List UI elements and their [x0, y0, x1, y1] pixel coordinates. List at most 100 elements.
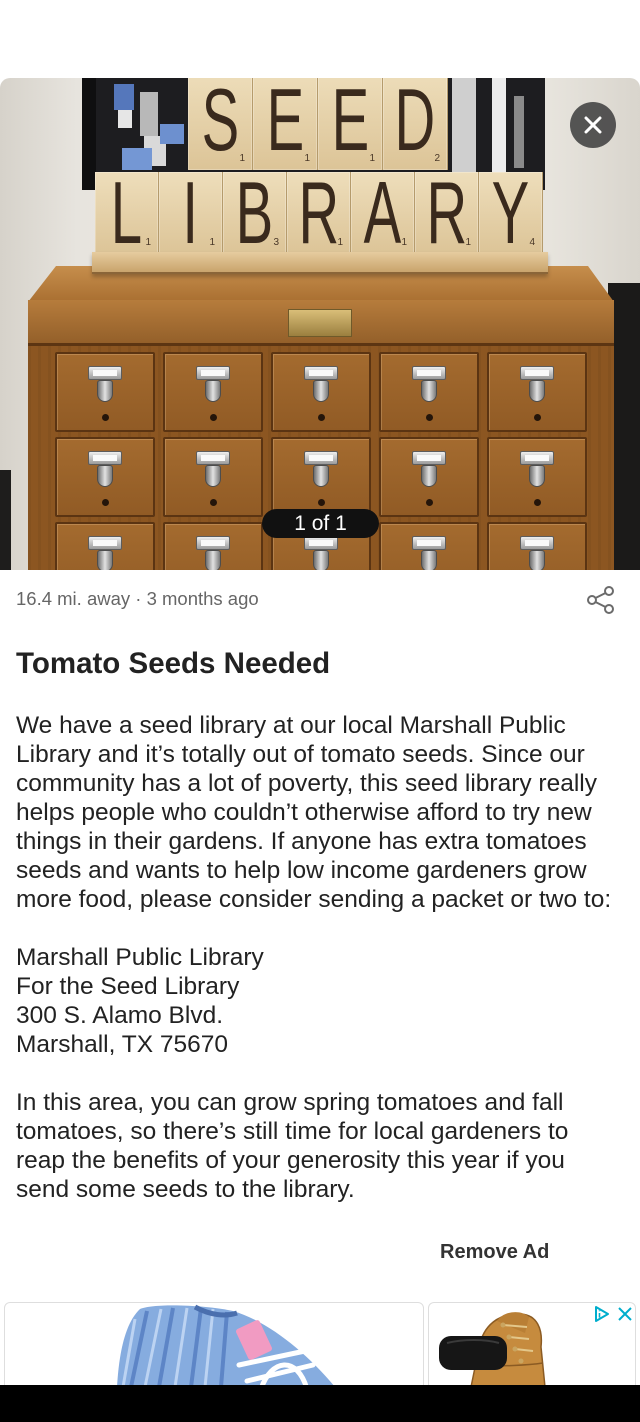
drawer-label-holder [412, 536, 446, 550]
description-line: In this area, you can grow spring tomato… [16, 1089, 564, 1116]
drawer-pin [425, 414, 433, 421]
letter-tile: L1 [95, 163, 159, 262]
tile-points: 1 [337, 237, 343, 248]
close-icon [618, 1307, 632, 1321]
address-line: 300 S. Alamo Blvd. [16, 1002, 224, 1029]
remove-ad-button[interactable]: Remove Ad [440, 1240, 549, 1264]
adchoices-icon [595, 1306, 609, 1322]
letter-tile: S1 [188, 78, 253, 170]
tile-letter: B [235, 163, 274, 262]
letter-tile: Y4 [479, 163, 543, 262]
address-line: Marshall Public Library [16, 944, 264, 971]
drawer-pull [97, 465, 113, 487]
drawer-pull [529, 465, 545, 487]
drawer-label-holder [304, 366, 338, 380]
description-line: seeds and wants to help low income garde… [16, 857, 587, 884]
tile-letter: L [110, 163, 143, 262]
drawer-label-holder [88, 366, 122, 380]
mailing-address: Marshall Public Library For the Seed Lib… [16, 943, 636, 1059]
description-line: more food, please consider sending a pac… [16, 886, 612, 913]
description-line: tomatoes, so there’s still time for loca… [16, 1118, 569, 1145]
ad-close-button[interactable] [618, 1307, 632, 1321]
drawer-pull [97, 550, 113, 570]
drawer-pull [97, 380, 113, 402]
drawer-label-holder [196, 366, 230, 380]
drawer-label-holder [196, 451, 230, 465]
share-icon [587, 586, 614, 614]
close-button[interactable] [570, 102, 616, 148]
drawer-pull [421, 465, 437, 487]
drawer-label-holder [412, 451, 446, 465]
photo-wall-shadow-left [0, 470, 11, 570]
description-line: helps people who couldn’t otherwise affo… [16, 799, 592, 826]
tile-points: 3 [273, 237, 279, 248]
drawer-pin [317, 499, 325, 506]
tile-letter: I [182, 163, 199, 262]
share-button[interactable] [586, 585, 616, 615]
letter-tile: B3 [223, 163, 287, 262]
description-line: community has a lot of poverty, this see… [16, 770, 597, 797]
tile-letter: R [298, 163, 339, 262]
drawer-pin [425, 499, 433, 506]
catalog-drawer [379, 352, 479, 432]
letter-tile: D2 [383, 78, 448, 170]
tile-letter: A [363, 163, 402, 262]
tile-letter: D [394, 78, 436, 169]
drawer-label-holder [196, 536, 230, 550]
catalog-drawer [487, 522, 587, 570]
catalog-drawer [487, 437, 587, 517]
cabinet-molding [28, 300, 614, 346]
drawer-pin [101, 499, 109, 506]
drawer-pull [421, 380, 437, 402]
drawer-label-holder [304, 451, 338, 465]
catalog-drawer [55, 352, 155, 432]
drawer-pull [205, 550, 221, 570]
letter-tile: I1 [159, 163, 223, 262]
catalog-drawer [379, 437, 479, 517]
listing-title: Tomato Seeds Needed [16, 647, 331, 680]
letter-tile: R1 [287, 163, 351, 262]
brass-nameplate [288, 309, 352, 337]
catalog-drawer [163, 522, 263, 570]
drawer-pull [421, 550, 437, 570]
tile-letter: S [201, 78, 239, 169]
catalog-drawer [55, 437, 155, 517]
drawer-pull [205, 380, 221, 402]
catalog-drawer [379, 522, 479, 570]
description-paragraph: In this area, you can grow spring tomato… [16, 1088, 636, 1204]
status-bar-area [0, 0, 640, 78]
drawer-label-holder [520, 536, 554, 550]
shelf-item [140, 92, 158, 136]
tile-points: 1 [209, 237, 215, 248]
drawer-pin [209, 499, 217, 506]
drawer-label-holder [88, 451, 122, 465]
listing-description: We have a seed library at our local Mars… [16, 711, 636, 1204]
tile-points: 1 [145, 237, 151, 248]
tile-letter: E [331, 78, 369, 169]
drawer-pull [313, 550, 329, 570]
drawer-label-holder [88, 536, 122, 550]
screen: S1E1E1D2 L1I1B3R1A1R1Y4 1 of 1 16.4 mi. … [0, 0, 640, 1422]
window-panel [492, 78, 506, 173]
description-line: We have a seed library at our local Mars… [16, 712, 566, 739]
letter-tile: R1 [415, 163, 479, 262]
tile-letter: E [266, 78, 304, 169]
listing-photo[interactable]: S1E1E1D2 L1I1B3R1A1R1Y4 1 of 1 [0, 78, 640, 570]
catalog-drawer [163, 352, 263, 432]
description-line: Library and it’s totally out of tomato s… [16, 741, 585, 768]
catalog-drawer [271, 437, 371, 517]
drawer-pin [533, 414, 541, 421]
sign-row-seed: S1E1E1D2 [188, 78, 448, 170]
description-line: things in their gardens. If anyone has e… [16, 828, 587, 855]
letter-tile: E1 [253, 78, 318, 170]
address-line: Marshall, TX 75670 [16, 1031, 228, 1058]
letter-tile: A1 [351, 163, 415, 262]
tile-letter: R [426, 163, 467, 262]
photo-counter: 1 of 1 [262, 509, 379, 538]
letter-tile: E1 [318, 78, 383, 170]
listing-meta: 16.4 mi. away · 3 months ago [16, 588, 259, 609]
drawer-label-holder [520, 366, 554, 380]
tile-letter: Y [491, 163, 530, 262]
drawer-pull [313, 465, 329, 487]
adchoices-button[interactable] [593, 1305, 611, 1323]
